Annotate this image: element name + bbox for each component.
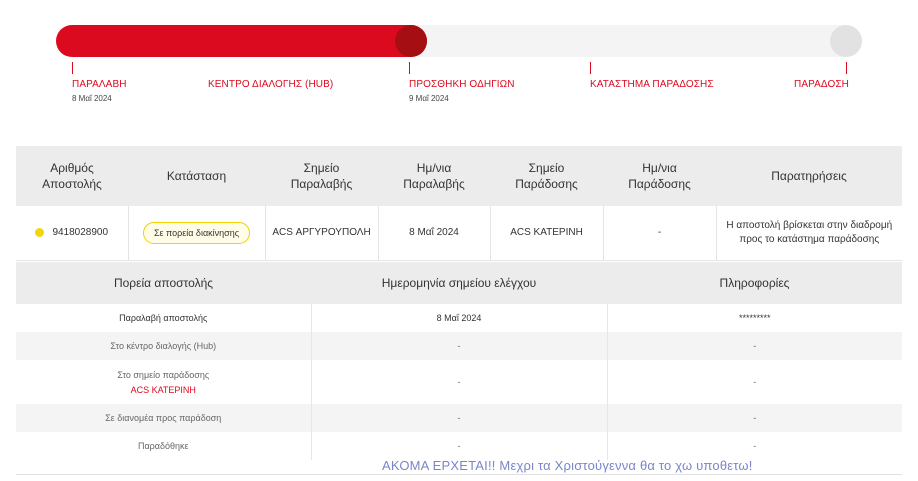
- progress-track: [56, 25, 862, 57]
- header-checkpoint-date: Ημερομηνία σημείου ελέγχου: [311, 262, 607, 304]
- step-delivery-store: ΚΑΤΑΣΤΗΜΑ ΠΑΡΑΔΟΣΗΣ: [590, 62, 714, 90]
- pickup-date: 8 Μαΐ 2024: [378, 206, 491, 261]
- table-row: Σε διανομέα προς παράδοση - -: [16, 404, 902, 432]
- history-table: Πορεία αποστολής Ημερομηνία σημείου ελέγ…: [16, 262, 902, 460]
- status-badge: Σε πορεία διακίνησης: [142, 221, 251, 244]
- shipment-table-header: Αριθμός Αποστολής Κατάσταση Σημείο Παραλαβ…: [16, 146, 902, 206]
- shipment-number-cell: 9418028900: [16, 206, 129, 261]
- step-pickup: ΠΑΡΑΛΑΒΗ 8 Μαΐ 2024: [72, 62, 127, 103]
- checkpoint-info: -: [607, 332, 902, 360]
- header-shipment-number: Αριθμός Αποστολής: [16, 146, 128, 206]
- step-date: 8 Μαΐ 2024: [72, 94, 112, 103]
- shipment-number: 9418028900: [52, 227, 109, 239]
- step-tick: [846, 62, 847, 74]
- header-pickup-date: Ημ/νια Παραλαβής: [378, 146, 490, 206]
- route-step: Σε διανομέα προς παράδοση: [16, 404, 312, 432]
- route-step: Παραλαβή αποστολής: [16, 304, 312, 332]
- progress-end-marker: [830, 25, 862, 57]
- step-label: ΠΑΡΑΛΑΒΗ: [72, 79, 127, 90]
- step-tick: [72, 62, 73, 74]
- step-label: ΚΑΤΑΣΤΗΜΑ ΠΑΡΑΔΟΣΗΣ: [590, 79, 714, 90]
- table-row: Παραλαβή αποστολής 8 Μαΐ 2024 *********: [16, 304, 902, 332]
- step-label: ΚΕΝΤΡΟ ΔΙΑΛΟΓΗΣ (HUB): [208, 79, 334, 90]
- checkpoint-info: -: [753, 441, 757, 451]
- overlay-comment: ΑΚΟΜΑ ΕΡΧΕΤΑΙ!! Μεχρι τα Χριστούγεννα θα…: [382, 458, 753, 473]
- status-dot-icon: [35, 228, 45, 238]
- route-step-location-link[interactable]: ACS ΚΑΤΕΡΙΝΗ: [16, 385, 311, 395]
- checkpoint-info: *********: [738, 313, 771, 323]
- table-row: Παραδόθηκε - -: [16, 432, 902, 460]
- header-info: Πληροφορίες: [607, 262, 902, 304]
- history-table-header: Πορεία αποστολής Ημερομηνία σημείου ελέγ…: [16, 262, 902, 304]
- header-pickup-point: Σημείο Παραλαβής: [265, 146, 378, 206]
- route-step: Στο κέντρο διαλογής (Hub): [16, 332, 312, 360]
- table-row: Στο κέντρο διαλογής (Hub) - -: [16, 332, 902, 360]
- progress-current-marker: [395, 25, 427, 57]
- step-hub: ΚΕΝΤΡΟ ΔΙΑΛΟΓΗΣ (HUB): [208, 62, 333, 90]
- table-row: 9418028900 Σε πορεία διακίνησης ACS ΑΡΓΥ…: [16, 206, 902, 261]
- shipment-table: Αριθμός Αποστολής Κατάσταση Σημείο Παραλαβ…: [16, 146, 902, 261]
- progress-fill: [56, 25, 427, 57]
- delivery-date: -: [603, 206, 717, 261]
- pickup-point-link[interactable]: ACS ΑΡΓΥΡΟΥΠΟΛΗ: [265, 206, 379, 261]
- table-row: Στο σημείο παράδοσης ACS ΚΑΤΕΡΙΝΗ - -: [16, 360, 902, 404]
- header-notes: Παρατηρήσεις: [716, 146, 902, 206]
- step-delivery: ΠΑΡΑΔΟΣΗ: [794, 62, 849, 90]
- checkpoint-date: 8 Μαΐ 2024: [311, 304, 608, 332]
- route-step: Στο σημείο παράδοσης ACS ΚΑΤΕΡΙΝΗ: [16, 360, 312, 404]
- step-tick: [409, 62, 410, 74]
- checkpoint-info: -: [607, 404, 902, 432]
- checkpoint-info: -: [753, 377, 757, 387]
- step-label: ΠΡΟΣΘΗΚΗ ΟΔΗΓΙΩΝ: [409, 79, 515, 90]
- table-bottom-border: [16, 474, 902, 475]
- checkpoint-date: -: [311, 332, 608, 360]
- notes-cell: Η αποστολή βρίσκεται στην διαδρομή προς τ…: [716, 206, 902, 261]
- header-delivery-point: Σημείο Παράδοσης: [490, 146, 603, 206]
- header-status: Κατάσταση: [128, 146, 265, 206]
- delivery-point-link[interactable]: ACS ΚΑΤΕΡΙΝΗ: [490, 206, 604, 261]
- route-step: Παραδόθηκε: [16, 432, 312, 460]
- status-cell: Σε πορεία διακίνησης: [128, 206, 266, 261]
- step-label: ΠΑΡΑΔΟΣΗ: [794, 79, 849, 90]
- checkpoint-date: -: [311, 432, 608, 460]
- step-instructions: ΠΡΟΣΘΗΚΗ ΟΔΗΓΙΩΝ 9 Μαΐ 2024: [409, 62, 515, 103]
- header-route: Πορεία αποστολής: [16, 262, 311, 304]
- step-tick: [590, 62, 591, 74]
- step-date: 9 Μαΐ 2024: [409, 94, 449, 103]
- header-delivery-date: Ημ/νια Παράδοσης: [603, 146, 716, 206]
- checkpoint-date: -: [311, 360, 608, 404]
- checkpoint-date: -: [311, 404, 608, 432]
